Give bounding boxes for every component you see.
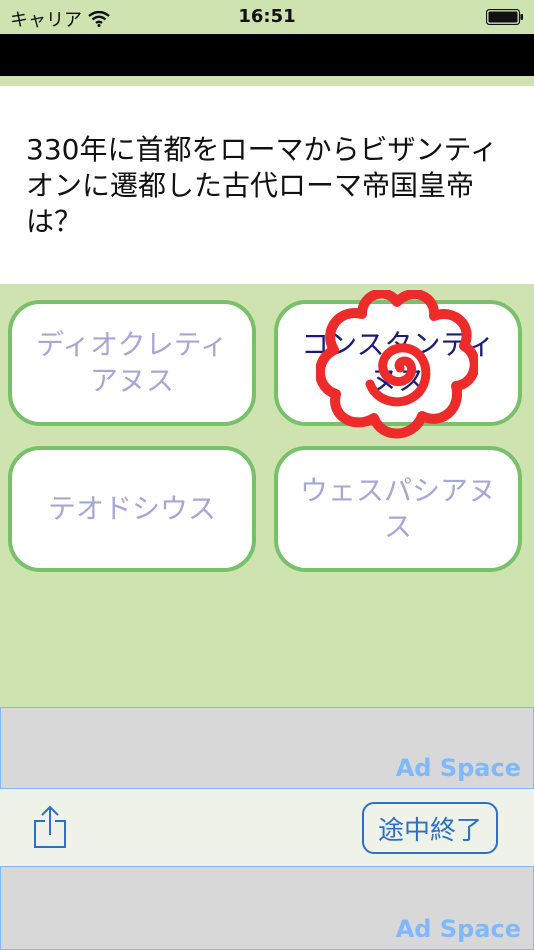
answer-button-3[interactable]: テオドシウス (8, 446, 256, 572)
clock: 16:51 (238, 6, 296, 27)
question-text: 330年に首都をローマからビザンティオンに遷都した古代ローマ帝国皇帝は？ (26, 133, 498, 238)
ad-banner-top[interactable]: Ad Space (0, 707, 534, 789)
ad-banner-bottom[interactable]: Ad Space (0, 866, 534, 950)
toolbar: 途中終了 (0, 789, 534, 866)
quit-button[interactable]: 途中終了 (362, 802, 498, 854)
ad-label: Ad Space (395, 754, 521, 782)
answer-button-4[interactable]: ウェスパシアヌス (274, 446, 522, 572)
ad-label: Ad Space (395, 915, 521, 943)
share-icon[interactable] (30, 805, 70, 849)
header-divider (0, 76, 534, 86)
nav-bar (0, 34, 534, 76)
answer-area: ディオクレティアヌス コンスタンティヌス テオドシウス ウェスパシアヌス (0, 284, 534, 706)
answer-button-2[interactable]: コンスタンティヌス (274, 300, 522, 426)
answer-button-1[interactable]: ディオクレティアヌス (8, 300, 256, 426)
battery-icon (485, 8, 524, 26)
status-bar: キャリア 16:51 (0, 0, 534, 34)
question-panel: 330年に首都をローマからビザンティオンに遷都した古代ローマ帝国皇帝は？ (0, 86, 534, 284)
